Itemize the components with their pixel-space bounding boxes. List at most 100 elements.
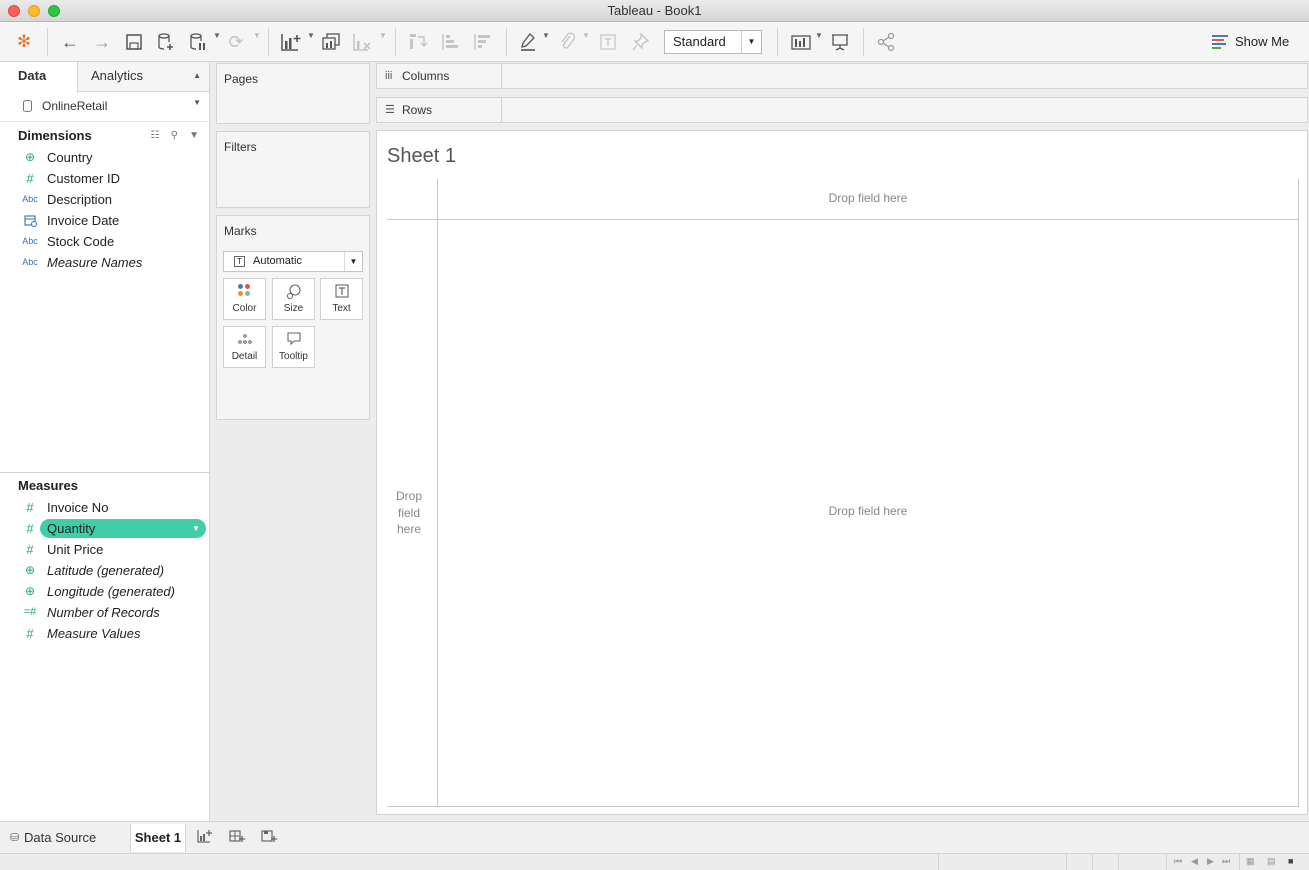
- highlight-icon[interactable]: [516, 30, 540, 54]
- detail-icon: [224, 327, 265, 351]
- field-invoice-date[interactable]: Invoice Date: [0, 210, 209, 231]
- clear-sheet-icon[interactable]: [350, 30, 376, 54]
- drop-zone-columns[interactable]: Drop field here: [438, 191, 1298, 205]
- new-worksheet-dropdown-caret-icon[interactable]: ▼: [307, 31, 315, 40]
- new-dashboard-icon[interactable]: [225, 828, 249, 848]
- color-button[interactable]: Color: [223, 278, 266, 320]
- rows-shelf-label: ☰ Rows: [377, 98, 502, 122]
- refresh-icon[interactable]: ⟳: [224, 30, 248, 54]
- filters-card[interactable]: Filters: [216, 131, 370, 208]
- tooltip-button[interactable]: Tooltip: [272, 326, 315, 368]
- field-name: Measure Values: [47, 626, 141, 641]
- tab-analytics-label: Analytics: [91, 68, 144, 83]
- redo-icon[interactable]: →: [90, 30, 114, 54]
- swap-rows-columns-icon[interactable]: [406, 30, 430, 54]
- datasource-item[interactable]: OnlineRetail: [0, 92, 209, 122]
- field-description[interactable]: Abc Description: [0, 189, 209, 210]
- divider: [437, 179, 438, 806]
- tableau-logo-icon[interactable]: ✻: [12, 30, 36, 54]
- sort-ascending-icon[interactable]: [438, 30, 462, 54]
- refresh-dropdown-caret-icon[interactable]: ▼: [253, 31, 261, 40]
- fit-view-select[interactable]: Standard ▼: [664, 30, 762, 54]
- field-latitude[interactable]: ⊕ Latitude (generated): [0, 560, 209, 581]
- field-measure-values[interactable]: # Measure Values: [0, 623, 209, 644]
- presentation-mode-icon[interactable]: [828, 30, 852, 54]
- new-worksheet-icon[interactable]: [193, 828, 217, 848]
- undo-icon[interactable]: ←: [58, 30, 82, 54]
- measures-header: Measures: [0, 474, 209, 497]
- chevron-down-icon[interactable]: ▼: [189, 130, 199, 141]
- divider: [1298, 179, 1299, 806]
- field-quantity[interactable]: # Quantity ▼: [0, 518, 209, 539]
- pause-data-source-icon[interactable]: [186, 30, 210, 54]
- view-canvas[interactable]: Sheet 1 Drop field here Drop field here …: [376, 130, 1308, 815]
- zoom-window-button[interactable]: [48, 5, 60, 17]
- show-cards-icon[interactable]: [788, 30, 814, 54]
- detail-button[interactable]: Detail: [223, 326, 266, 368]
- grid-view-icon[interactable]: ▦: [1246, 856, 1255, 867]
- field-longitude[interactable]: ⊕ Longitude (generated): [0, 581, 209, 602]
- pause-dropdown-caret-icon[interactable]: ▼: [213, 31, 221, 40]
- divider: [0, 472, 209, 473]
- rows-label: Rows: [402, 103, 433, 117]
- chevron-down-icon[interactable]: ▼: [192, 519, 200, 538]
- window-title: Tableau - Book1: [607, 3, 702, 18]
- field-country[interactable]: ⊕ Country: [0, 147, 209, 168]
- new-worksheet-icon[interactable]: [278, 30, 304, 54]
- drop-zone-rows[interactable]: Drop field here: [391, 488, 427, 538]
- duplicate-sheet-icon[interactable]: [318, 30, 344, 54]
- clear-dropdown-caret-icon[interactable]: ▼: [379, 31, 387, 40]
- size-button[interactable]: Size: [272, 278, 315, 320]
- tab-sheet-1[interactable]: Sheet 1: [130, 824, 186, 852]
- highlight-dropdown-caret-icon[interactable]: ▼: [542, 31, 550, 40]
- show-cards-dropdown-caret-icon[interactable]: ▼: [815, 31, 823, 40]
- tab-data[interactable]: Data: [0, 62, 78, 93]
- single-sheet-view-icon[interactable]: ■: [1288, 856, 1293, 866]
- share-icon[interactable]: [874, 30, 898, 54]
- save-icon[interactable]: [122, 30, 146, 54]
- minimize-window-button[interactable]: [28, 5, 40, 17]
- next-page-icon[interactable]: ▶: [1207, 856, 1214, 867]
- mark-type-value: Automatic: [253, 255, 302, 267]
- field-unit-price[interactable]: # Unit Price: [0, 539, 209, 560]
- view-as-list-icon[interactable]: ☷: [151, 130, 160, 141]
- tab-analytics[interactable]: Analytics ▲ ▼: [78, 62, 209, 107]
- text-mark-icon: T: [234, 256, 245, 267]
- tooltip-icon: [273, 327, 314, 351]
- new-data-source-icon[interactable]: [154, 30, 178, 54]
- search-icon[interactable]: ⚲: [171, 130, 178, 141]
- size-label: Size: [283, 303, 304, 314]
- selected-field-pill[interactable]: Quantity ▼: [40, 519, 206, 538]
- pages-card[interactable]: Pages: [216, 63, 370, 124]
- fix-axes-pin-icon[interactable]: [628, 30, 652, 54]
- close-window-button[interactable]: [8, 5, 20, 17]
- sort-descending-icon[interactable]: [470, 30, 494, 54]
- field-stock-code[interactable]: Abc Stock Code: [0, 231, 209, 252]
- columns-shelf[interactable]: iii Columns: [376, 63, 1308, 89]
- field-name: Country: [47, 150, 93, 165]
- last-page-icon[interactable]: ⏭: [1222, 856, 1230, 867]
- data-source-label: Data Source: [24, 830, 97, 845]
- number-icon: #: [26, 521, 34, 536]
- first-page-icon[interactable]: ⏮: [1174, 856, 1182, 867]
- field-measure-names[interactable]: Abc Measure Names: [0, 252, 209, 273]
- group-dropdown-caret-icon[interactable]: ▼: [582, 31, 590, 40]
- show-mark-labels-icon[interactable]: [596, 30, 620, 54]
- text-button[interactable]: Text: [320, 278, 363, 320]
- tab-data-source[interactable]: ⛁ Data Source: [8, 824, 96, 852]
- drop-zone-view[interactable]: Drop field here: [438, 504, 1298, 518]
- previous-page-icon[interactable]: ◀: [1191, 856, 1198, 867]
- field-number-of-records[interactable]: =# Number of Records: [0, 602, 209, 623]
- group-members-icon[interactable]: [555, 30, 579, 54]
- rows-shelf[interactable]: ☰ Rows: [376, 97, 1308, 123]
- new-story-icon[interactable]: [257, 828, 281, 848]
- text-label: Text: [332, 303, 351, 314]
- show-me-button[interactable]: Show Me: [1212, 30, 1289, 54]
- show-me-label: Show Me: [1235, 34, 1290, 49]
- field-invoice-no[interactable]: # Invoice No: [0, 497, 209, 518]
- string-icon: Abc: [22, 236, 38, 246]
- sheet-title[interactable]: Sheet 1: [387, 145, 456, 168]
- field-customer-id[interactable]: # Customer ID: [0, 168, 209, 189]
- mark-type-select[interactable]: T Automatic ▼: [223, 251, 363, 272]
- filmstrip-view-icon[interactable]: ▤: [1267, 856, 1276, 867]
